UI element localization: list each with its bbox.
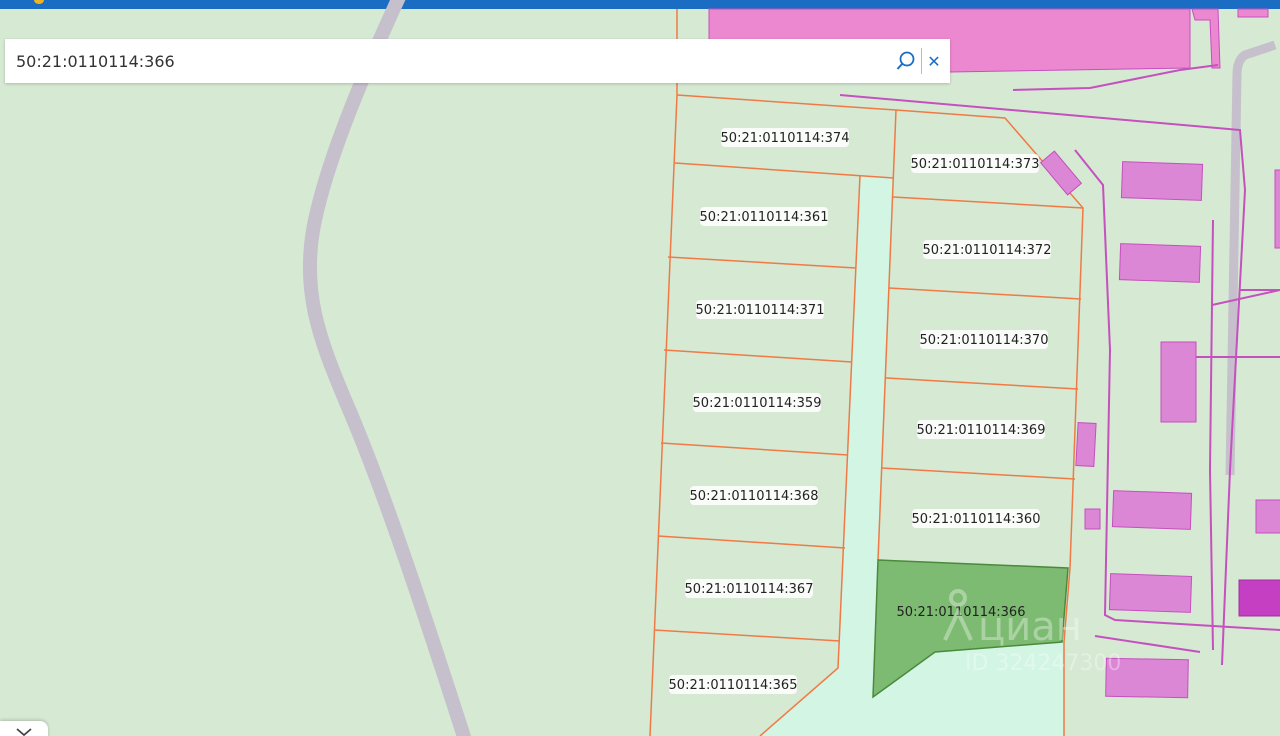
- map-view[interactable]: 50:21:0110114:374 50:21:0110114:373 50:21:…: [0, 0, 1280, 736]
- parcel-label-371: 50:21:0110114:371: [696, 300, 825, 319]
- zone-area: [1191, 8, 1221, 69]
- search-icon: [896, 51, 915, 70]
- search-bar: ✕: [5, 39, 950, 83]
- parcel-label-text: 50:21:0110114:360: [912, 512, 1041, 527]
- parcel-label-text: 50:21:0110114:371: [696, 303, 825, 318]
- parcel-label-361: 50:21:0110114:361: [700, 207, 829, 226]
- watermark-id: ID 324247300: [965, 651, 1121, 676]
- parcel-label-text: 50:21:0110114:372: [923, 243, 1052, 258]
- parcel-label-368: 50:21:0110114:368: [690, 486, 819, 505]
- zone-area: [1237, 8, 1269, 18]
- road: [1225, 40, 1277, 476]
- parcel-label-text: 50:21:0110114:368: [690, 489, 819, 504]
- parcel-label-360: 50:21:0110114:360: [912, 509, 1041, 528]
- parcel-label-373: 50:21:0110114:373: [911, 154, 1040, 173]
- parcel-label-text: 50:21:0110114:369: [917, 423, 1046, 438]
- search-button[interactable]: [893, 48, 922, 74]
- collapse-panel-button[interactable]: [0, 721, 48, 736]
- watermark-brand: циан: [978, 604, 1082, 650]
- parcel-label-text: 50:21:0110114:365: [669, 678, 798, 693]
- parcel-label-text: 50:21:0110114:374: [721, 131, 850, 146]
- road: [302, 0, 472, 736]
- close-icon: ✕: [927, 51, 941, 71]
- parcel-label-372: 50:21:0110114:372: [923, 240, 1052, 259]
- parcel-label-text: 50:21:0110114:359: [693, 396, 822, 411]
- parcel-label-text: 50:21:0110114:361: [700, 210, 829, 225]
- parcel-label-359: 50:21:0110114:359: [693, 393, 822, 412]
- parcel-label-369: 50:21:0110114:369: [917, 420, 1046, 439]
- parcel-label-370: 50:21:0110114:370: [920, 330, 1049, 349]
- cadastral-map[interactable]: 50:21:0110114:374 50:21:0110114:373 50:21:…: [0, 0, 1280, 736]
- cadastral-search-input[interactable]: [5, 40, 893, 82]
- parcel-label-365: 50:21:0110114:365: [669, 675, 798, 694]
- parcel-label-text: 50:21:0110114:373: [911, 157, 1040, 172]
- parcel-label-text: 50:21:0110114:367: [685, 582, 814, 597]
- clear-button[interactable]: ✕: [922, 48, 946, 74]
- parcel-label-367: 50:21:0110114:367: [685, 579, 814, 598]
- parcel-label-374: 50:21:0110114:374: [721, 128, 850, 147]
- chevron-down-icon: [16, 728, 32, 736]
- parcel-label-text: 50:21:0110114:370: [920, 333, 1049, 348]
